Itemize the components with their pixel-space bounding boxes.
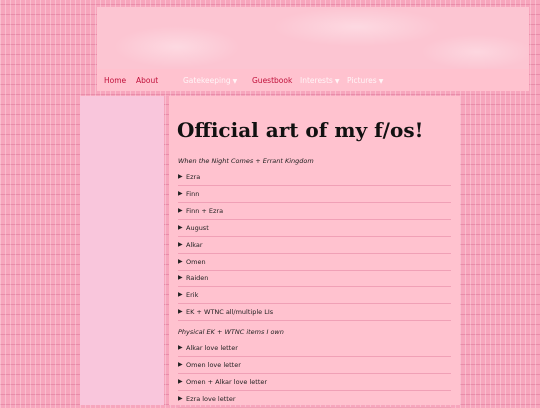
list-item-label: EK + WTNC all/multiple LIs — [186, 308, 274, 316]
caret-down-icon: ▼ — [334, 78, 340, 85]
triangle-right-icon: ▶ — [178, 344, 183, 351]
list-item[interactable]: ▶ Ezra — [178, 169, 451, 186]
list-item-label: Erik — [186, 291, 199, 299]
list-item-label: Omen + Alkar love letter — [186, 378, 268, 386]
site-header: Home About Gatekeeping ▼ Guestbook Intere… — [97, 7, 529, 91]
list-item[interactable]: ▶ August — [178, 220, 451, 237]
nav-guestbook-label: Guestbook — [252, 76, 293, 85]
nav-interests-label: Interests — [300, 76, 333, 85]
list-item[interactable]: ▶ Omen + Alkar love letter — [178, 374, 451, 391]
list-item-label: Ezra — [186, 173, 201, 181]
list-item-label: Alkar love letter — [186, 344, 238, 352]
list-item-label: Finn — [186, 190, 200, 198]
header-banner — [97, 7, 529, 69]
list-item[interactable]: ▶ Omen love letter — [178, 357, 451, 374]
nav-gatekeeping[interactable]: Gatekeeping ▼ — [183, 76, 237, 85]
list-item[interactable]: ▶ Erik — [178, 287, 451, 304]
nav-home[interactable]: Home — [104, 76, 126, 85]
nav-about[interactable]: About — [136, 76, 158, 85]
list-item-label: August — [186, 224, 209, 232]
page-title: Official art of my f/os! — [177, 118, 424, 142]
nav-about-label: About — [136, 76, 159, 85]
triangle-right-icon: ▶ — [178, 308, 183, 315]
triangle-right-icon: ▶ — [178, 173, 183, 180]
caret-down-icon: ▼ — [378, 78, 384, 85]
triangle-right-icon: ▶ — [178, 224, 183, 231]
triangle-right-icon: ▶ — [178, 274, 183, 281]
nav-pictures[interactable]: Pictures ▼ — [347, 76, 383, 85]
triangle-right-icon: ▶ — [178, 378, 183, 385]
triangle-right-icon: ▶ — [178, 207, 183, 214]
list-item-label: Alkar — [186, 241, 203, 249]
list-item[interactable]: ▶ Finn — [178, 186, 451, 203]
list-item[interactable]: ▶ Raiden — [178, 270, 451, 287]
section-heading: When the Night Comes + Errant Kingdom — [178, 157, 314, 165]
main-content: Official art of my f/os! When the Night … — [169, 96, 460, 408]
list-item[interactable]: ▶ Finn + Ezra — [178, 203, 451, 220]
list-item-label: Omen — [186, 258, 206, 266]
top-nav: Home About Gatekeeping ▼ Guestbook Intere… — [97, 69, 529, 91]
list-item-label: Omen love letter — [186, 361, 241, 369]
triangle-right-icon: ▶ — [178, 361, 183, 368]
nav-guestbook[interactable]: Guestbook — [252, 76, 292, 85]
list-item[interactable]: ▶ EK + WTNC all/multiple LIs — [178, 304, 451, 321]
triangle-right-icon: ▶ — [178, 190, 183, 197]
triangle-right-icon: ▶ — [178, 258, 183, 265]
list-item-label: Finn + Ezra — [186, 207, 224, 215]
list-item[interactable]: ▶ Omen — [178, 254, 451, 271]
nav-gatekeeping-label: Gatekeeping — [183, 76, 231, 85]
triangle-right-icon: ▶ — [178, 291, 183, 298]
list-item[interactable]: ▶ Ezra love letter — [178, 391, 451, 408]
list-item[interactable]: ▶ Alkar love letter — [178, 340, 451, 357]
list-item-label: Ezra love letter — [186, 395, 236, 403]
list-item-label: Raiden — [186, 274, 209, 282]
sidebar — [80, 96, 164, 405]
triangle-right-icon: ▶ — [178, 395, 183, 402]
nav-pictures-label: Pictures — [347, 76, 377, 85]
list-item[interactable]: ▶ Alkar — [178, 237, 451, 254]
caret-down-icon: ▼ — [232, 78, 238, 85]
section-heading: Physical EK + WTNC items I own — [178, 328, 284, 336]
nav-interests[interactable]: Interests ▼ — [300, 76, 339, 85]
triangle-right-icon: ▶ — [178, 241, 183, 248]
nav-home-label: Home — [104, 76, 127, 85]
